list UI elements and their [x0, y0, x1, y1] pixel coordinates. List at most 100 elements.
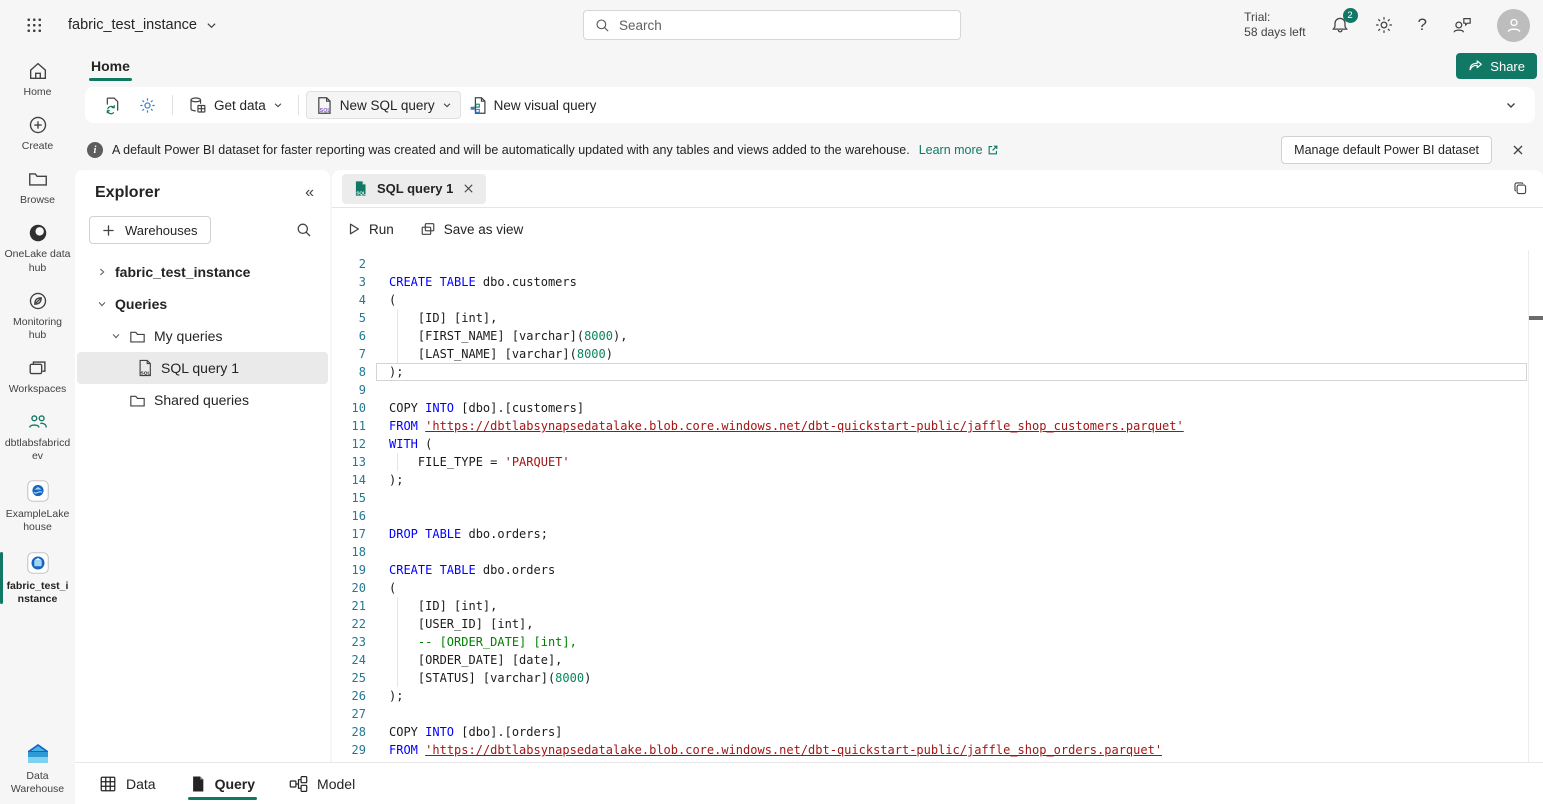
tab-data[interactable]: Data [99, 763, 156, 804]
code-line[interactable]: 3CREATE TABLE dbo.customers [332, 273, 1543, 291]
tab-model[interactable]: Model [289, 763, 355, 804]
tree-item-queries[interactable]: Queries [75, 288, 330, 320]
add-warehouses-button[interactable]: Warehouses [89, 216, 211, 244]
save-as-view-button[interactable]: Save as view [420, 221, 524, 237]
sidebar-item-monitoring-hub[interactable]: Monitoring hub [0, 288, 75, 344]
line-number: 15 [332, 489, 366, 507]
sidebar-item-examplelakehouse[interactable]: ExampleLakehouse [0, 476, 75, 536]
left-rail: Home Create Browse OneLake data hub Moni… [0, 50, 75, 804]
line-number: 20 [332, 579, 366, 597]
sidebar-item-browse[interactable]: Browse [0, 166, 75, 209]
chevron-down-icon[interactable] [111, 331, 121, 341]
code-line[interactable]: 24 [ORDER_DATE] [date], [332, 651, 1543, 669]
code-line[interactable]: 6 [FIRST_NAME] [varchar](8000), [332, 327, 1543, 345]
toolbar-row: Get data SQL New SQL query New visual qu… [75, 82, 1543, 130]
manage-default-dataset-button[interactable]: Manage default Power BI dataset [1281, 136, 1492, 164]
avatar[interactable] [1497, 9, 1530, 42]
banner-close-icon[interactable] [1511, 143, 1525, 157]
copy-icon[interactable] [1512, 180, 1529, 197]
new-visual-query-button[interactable]: New visual query [461, 91, 605, 119]
code-line[interactable]: 23 -- [ORDER_DATE] [int], [332, 633, 1543, 651]
tab-home[interactable]: Home [85, 54, 136, 78]
query-tab-sql-query-1[interactable]: SQL SQL query 1 [342, 174, 486, 204]
line-number: 25 [332, 669, 366, 687]
tab-query[interactable]: Query [190, 763, 255, 804]
sidebar-item-label: fabric_test_instance [4, 580, 71, 606]
code-line[interactable]: 19CREATE TABLE dbo.orders [332, 561, 1543, 579]
code-line[interactable]: 5 [ID] [int], [332, 309, 1543, 327]
chevron-down-icon[interactable] [97, 299, 107, 309]
line-number: 6 [332, 327, 366, 345]
code-line[interactable]: 10COPY INTO [dbo].[customers] [332, 399, 1543, 417]
lakehouse-icon [25, 478, 51, 504]
line-number: 14 [332, 471, 366, 489]
sidebar-item-fabric-test-instance[interactable]: fabric_test_instance [0, 548, 75, 608]
run-button[interactable]: Run [347, 222, 394, 237]
code-line[interactable]: 12WITH ( [332, 435, 1543, 453]
code-line[interactable]: 11FROM 'https://dbtlabsynapsedatalake.bl… [332, 417, 1543, 435]
tree-item-my-queries[interactable]: My queries [75, 320, 330, 352]
plus-circle-icon [27, 114, 49, 136]
tree-item-warehouse[interactable]: fabric_test_instance [75, 256, 330, 288]
sql-editor[interactable]: 23CREATE TABLE dbo.customers4(5 [ID] [in… [332, 250, 1543, 762]
code-line[interactable]: 27 [332, 705, 1543, 723]
sidebar-item-dbtlabsfabricdev[interactable]: dbtlabsfabricdev [0, 409, 75, 465]
close-icon[interactable] [462, 182, 475, 195]
sidebar-item-onelake-data-hub[interactable]: OneLake data hub [0, 220, 75, 276]
code-line[interactable]: 29FROM 'https://dbtlabsynapsedatalake.bl… [332, 741, 1543, 759]
code-text: CREATE TABLE dbo.customers [389, 273, 577, 291]
sidebar-item-data-warehouse[interactable]: Data Warehouse [0, 740, 75, 798]
query-settings-button[interactable] [130, 91, 165, 119]
code-line[interactable]: 22 [USER_ID] [int], [332, 615, 1543, 633]
sidebar-item-workspaces[interactable]: Workspaces [0, 355, 75, 398]
explorer-search-icon[interactable] [296, 222, 312, 238]
app-launcher-button[interactable] [0, 16, 68, 35]
sidebar-item-label: Browse [20, 194, 55, 207]
code-line[interactable]: 2 [332, 255, 1543, 273]
code-line[interactable]: 14); [332, 471, 1543, 489]
notifications-button[interactable]: 2 [1330, 15, 1350, 35]
settings-gear-icon[interactable] [1374, 15, 1394, 35]
code-line[interactable]: 4( [332, 291, 1543, 309]
code-line[interactable]: 15 [332, 489, 1543, 507]
workspace-switcher[interactable]: fabric_test_instance [68, 17, 217, 33]
sidebar-item-home[interactable]: Home [0, 58, 75, 101]
tab-label: Query [215, 776, 255, 792]
ribbon-collapse-chevron[interactable] [1505, 99, 1517, 111]
new-sql-query-button[interactable]: SQL New SQL query [306, 91, 461, 119]
chevron-right-icon[interactable] [97, 267, 107, 277]
code-line[interactable]: 17DROP TABLE dbo.orders; [332, 525, 1543, 543]
visual-query-icon [469, 96, 487, 115]
search-input[interactable] [619, 18, 949, 33]
tree-item-shared-queries[interactable]: Shared queries [75, 384, 330, 416]
code-line[interactable]: 9 [332, 381, 1543, 399]
tree-item-sql-query-1[interactable]: SQL SQL query 1 [77, 352, 328, 384]
line-number: 12 [332, 435, 366, 453]
code-text: FROM 'https://dbtlabsynapsedatalake.blob… [389, 417, 1184, 435]
code-line[interactable]: 8); [332, 363, 1543, 381]
global-search[interactable] [583, 10, 961, 40]
code-text: [ORDER_DATE] [date], [389, 651, 562, 669]
sql-document-icon: SQL [353, 180, 368, 197]
tab-label: Model [317, 776, 355, 792]
get-data-button[interactable]: Get data [180, 91, 291, 119]
sidebar-item-label: Data Warehouse [4, 770, 71, 796]
share-icon [1468, 59, 1483, 73]
code-line[interactable]: 16 [332, 507, 1543, 525]
refresh-button[interactable] [95, 91, 130, 119]
code-text: [LAST_NAME] [varchar](8000) [389, 345, 613, 363]
code-line[interactable]: 26); [332, 687, 1543, 705]
code-line[interactable]: 28COPY INTO [dbo].[orders] [332, 723, 1543, 741]
code-line[interactable]: 13 FILE_TYPE = 'PARQUET' [332, 453, 1543, 471]
share-button[interactable]: Share [1456, 53, 1537, 79]
code-line[interactable]: 18 [332, 543, 1543, 561]
code-line[interactable]: 21 [ID] [int], [332, 597, 1543, 615]
learn-more-link[interactable]: Learn more [919, 143, 999, 157]
help-icon[interactable]: ? [1418, 15, 1427, 35]
code-line[interactable]: 7 [LAST_NAME] [varchar](8000) [332, 345, 1543, 363]
feedback-icon[interactable] [1451, 15, 1473, 35]
collapse-panel-icon[interactable]: « [305, 184, 314, 202]
sidebar-item-create[interactable]: Create [0, 112, 75, 155]
code-line[interactable]: 20( [332, 579, 1543, 597]
code-line[interactable]: 25 [STATUS] [varchar](8000) [332, 669, 1543, 687]
